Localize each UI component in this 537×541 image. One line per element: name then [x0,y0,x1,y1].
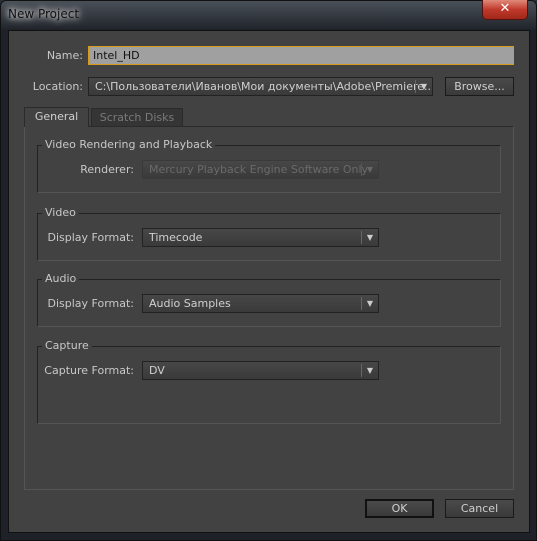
group-title: Video Rendering and Playback [42,138,216,151]
location-value: C:\Пользователи\Иванов\Мои документы\Ado… [95,80,433,93]
renderer-select: Mercury Playback Engine Software Only ▼ [142,160,379,179]
chevron-down-icon: ▼ [361,163,378,176]
chevron-down-icon: ▼ [361,231,378,244]
group-rendering: Video Rendering and Playback Renderer: M… [37,138,501,193]
capture-format-select[interactable]: DV ▼ [142,361,379,380]
location-select[interactable]: C:\Пользователи\Иванов\Мои документы\Ado… [88,77,433,96]
capture-format-label: Capture Format: [44,364,134,377]
window-title: New Project [8,7,80,21]
general-panel: Video Rendering and Playback Renderer: M… [24,126,514,490]
renderer-label: Renderer: [80,163,134,176]
group-title: Capture [42,339,92,352]
name-label: Name: [46,49,83,62]
close-button[interactable]: ✕ [482,0,528,20]
group-capture: Capture Capture Format: DV ▼ [37,339,501,424]
audio-display-format-label: Display Format: [47,297,134,310]
video-display-format-value: Timecode [149,231,203,244]
cancel-button[interactable]: Cancel [445,499,514,518]
audio-display-format-value: Audio Samples [149,297,231,310]
renderer-value: Mercury Playback Engine Software Only [149,163,369,176]
chevron-down-icon: ▼ [361,297,378,310]
group-video: Video Display Format: Timecode ▼ [37,206,501,261]
browse-button[interactable]: Browse... [445,77,514,96]
name-input[interactable]: Intel_HD [88,46,514,65]
close-icon: ✕ [499,1,511,16]
audio-display-format-select[interactable]: Audio Samples ▼ [142,294,379,313]
location-label: Location: [32,80,83,93]
group-title: Video [42,206,79,219]
chevron-down-icon: ▼ [361,364,378,377]
ok-button[interactable]: OK [365,499,434,518]
chevron-down-icon: ▼ [415,80,432,93]
tab-scratch-disks[interactable]: Scratch Disks [91,108,183,127]
capture-format-value: DV [149,364,165,377]
group-audio: Audio Display Format: Audio Samples ▼ [37,272,501,327]
group-title: Audio [42,272,80,285]
video-display-format-select[interactable]: Timecode ▼ [142,228,379,247]
dialog-body: Name: Intel_HD Location: C:\Пользователи… [8,30,530,533]
tab-general[interactable]: General [24,107,89,127]
video-display-format-label: Display Format: [47,231,134,244]
